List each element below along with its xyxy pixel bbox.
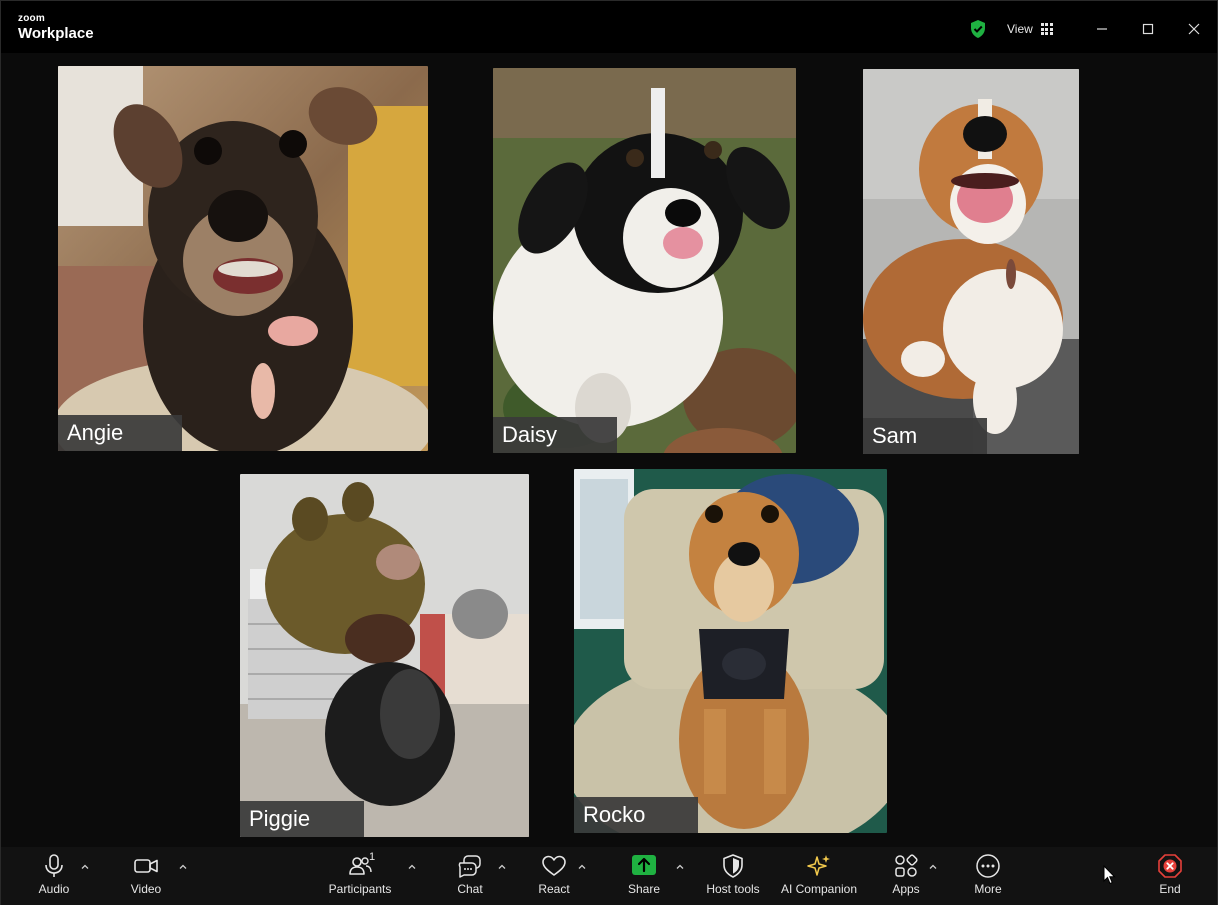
zoom-window: zoom Workplace View Angie Daisy Sam Pigg… [0,0,1218,905]
title-bar: zoom Workplace View [1,1,1217,53]
end-call-icon [1158,854,1182,878]
mouse-cursor-icon [1103,865,1116,885]
participant-name-label: Daisy [493,417,617,453]
video-tile-angie[interactable]: Angie [58,66,428,451]
participant-name-label: Piggie [240,801,364,837]
video-tile-rocko[interactable]: Rocko [574,469,887,833]
chevron-up-icon [676,864,684,869]
participants-count: 1 [369,851,376,863]
video-options-caret[interactable] [178,859,190,871]
heart-icon [542,855,566,876]
video-button[interactable]: Video [123,853,169,901]
host-tools-label: Host tools [706,882,760,896]
meeting-toolbar: Audio Video 1 Participants Chat React Sh… [1,847,1217,905]
share-screen-icon [632,855,656,875]
host-tools-button[interactable]: Host tools [703,853,763,901]
participant-video-photo [863,69,1079,454]
brand-small-text: zoom [18,13,45,24]
participant-video-photo [58,66,428,451]
video-label: Video [130,882,162,896]
close-button[interactable] [1171,11,1217,47]
maximize-button[interactable] [1125,11,1171,47]
video-tile-piggie[interactable]: Piggie [240,474,529,837]
react-label: React [538,882,570,896]
share-label: Share [627,882,661,896]
ellipsis-icon [976,854,1000,878]
minimize-icon [1097,28,1107,30]
sparkle-icon [807,855,830,876]
participant-video-photo [574,469,887,833]
grid-icon [1040,23,1053,35]
react-button[interactable]: React [531,853,577,901]
chat-bubble-icon [458,855,481,878]
minimize-button[interactable] [1079,11,1125,47]
apps-icon [895,854,918,877]
chat-label: Chat [457,882,483,896]
audio-label: Audio [38,882,70,896]
chevron-up-icon [81,864,89,869]
participant-video-photo [493,68,796,453]
chat-options-caret[interactable] [497,859,509,871]
view-button[interactable]: View [999,16,1061,42]
shield-icon [723,854,743,878]
video-camera-icon [134,859,158,873]
chat-button[interactable]: Chat [447,853,493,901]
participants-button[interactable]: 1 Participants [325,851,395,901]
video-tile-sam[interactable]: Sam [863,69,1079,454]
view-label: View [1007,22,1033,36]
close-icon [1188,23,1200,35]
more-label: More [974,882,1002,896]
participant-name-label: Sam [863,418,987,454]
participants-label: Participants [328,882,392,896]
participant-name-label: Rocko [574,797,698,833]
chevron-up-icon [498,864,506,869]
video-tile-daisy[interactable]: Daisy [493,68,796,453]
share-button[interactable]: Share [621,853,667,901]
brand-big-text: Workplace [18,25,94,42]
app-logo: zoom Workplace [18,13,94,42]
apps-button[interactable]: Apps [883,853,929,901]
chevron-up-icon [408,864,416,869]
ai-companion-label: AI Companion [780,882,858,896]
end-meeting-button[interactable]: End [1147,853,1193,901]
share-options-caret[interactable] [675,859,687,871]
participant-name-label: Angie [58,415,182,451]
participant-video-photo [240,474,529,837]
end-label: End [1159,882,1181,896]
audio-button[interactable]: Audio [31,853,77,901]
chevron-up-icon [578,864,586,869]
microphone-icon [45,854,63,877]
shield-check-icon[interactable] [968,19,988,39]
more-button[interactable]: More [965,853,1011,901]
apps-options-caret[interactable] [928,859,940,871]
ai-companion-button[interactable]: AI Companion [779,853,859,901]
react-options-caret[interactable] [577,859,589,871]
apps-label: Apps [892,882,920,896]
audio-options-caret[interactable] [80,859,92,871]
chevron-up-icon [929,864,937,869]
maximize-icon [1142,23,1154,35]
participants-options-caret[interactable] [407,859,419,871]
chevron-up-icon [179,864,187,869]
